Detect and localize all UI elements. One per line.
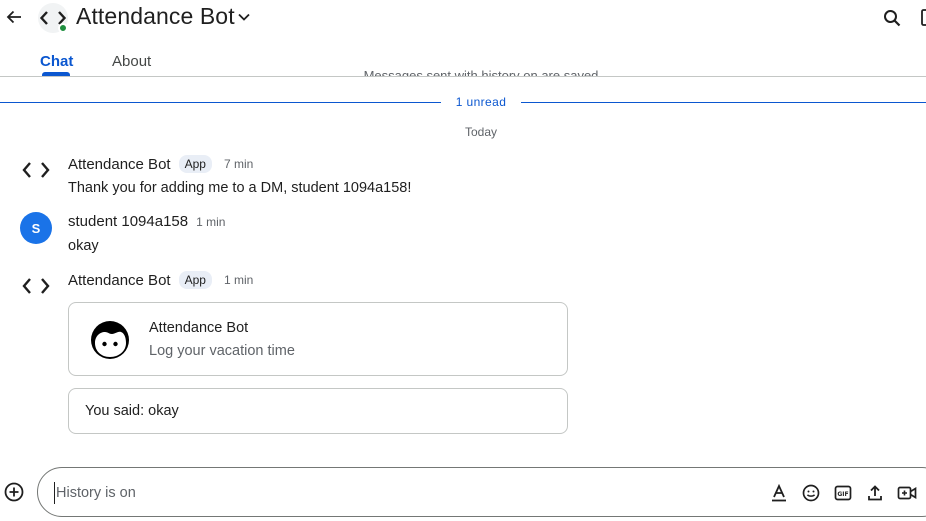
sender-name[interactable]: Attendance Bot [68,272,171,289]
sender-name[interactable]: Attendance Bot [68,156,171,173]
add-icon [4,482,24,502]
format-text-icon [772,484,786,502]
format-text-button[interactable] [768,482,790,504]
sender-name[interactable]: student 1094a158 [68,213,188,230]
search-button[interactable] [880,6,904,30]
code-brackets-icon [22,162,50,178]
code-brackets-icon [22,278,50,294]
message-text: okay [68,238,99,254]
message-time: 1 min [196,214,226,229]
card-subtitle: Log your vacation time [149,343,295,359]
upload-button[interactable] [864,482,886,504]
chevron-down-icon [238,13,250,21]
emoji-icon [802,484,820,502]
card-title: Attendance Bot [149,320,249,336]
bot-card[interactable]: Attendance Bot Log your vacation time [68,302,568,376]
video-call-icon [897,486,917,500]
bot-avatar[interactable] [20,270,52,302]
unread-label: 1 unread [455,95,507,109]
emoji-button[interactable] [800,482,822,504]
message-header: Attendance Bot App 1 min [68,271,253,289]
title-menu-button[interactable] [236,9,252,25]
message-time: 1 min [223,273,254,287]
upload-icon [868,485,882,501]
gif-icon: GIF [834,485,852,501]
side-panel-icon [921,9,926,26]
message-time: 7 min [223,157,254,171]
page-title[interactable]: Attendance Bot [76,3,235,30]
message-header: student 1094a158 1 min [68,213,225,230]
add-button[interactable] [4,482,24,502]
unread-divider-right [521,102,926,103]
user-avatar[interactable]: S [20,212,52,244]
date-separator: Today [464,125,498,139]
message-input[interactable] [54,482,734,504]
svg-text:GIF: GIF [837,491,848,498]
reply-text: You said: okay [85,403,179,419]
presence-indicator [58,23,68,33]
tab-divider [0,76,926,77]
tab-chat[interactable]: Chat [40,53,73,70]
reply-card: You said: okay [68,388,568,434]
message-text: Thank you for adding me to a DM, student… [68,180,412,196]
unread-divider-left [0,102,441,103]
bot-avatar[interactable] [20,154,52,186]
tab-about[interactable]: About [112,53,151,70]
app-badge: App [178,155,212,173]
video-call-button[interactable] [896,482,918,504]
message-header: Attendance Bot App 7 min [68,155,253,173]
face-avatar-icon [89,319,131,361]
side-panel-button[interactable] [918,8,926,28]
message-composer: GIF [37,467,926,517]
arrow-back-icon [6,10,21,24]
app-badge: App [178,271,212,289]
chat-header: Attendance Bot [0,0,926,36]
gif-button[interactable]: GIF [832,482,854,504]
back-button[interactable] [4,6,24,28]
search-icon [884,10,901,27]
